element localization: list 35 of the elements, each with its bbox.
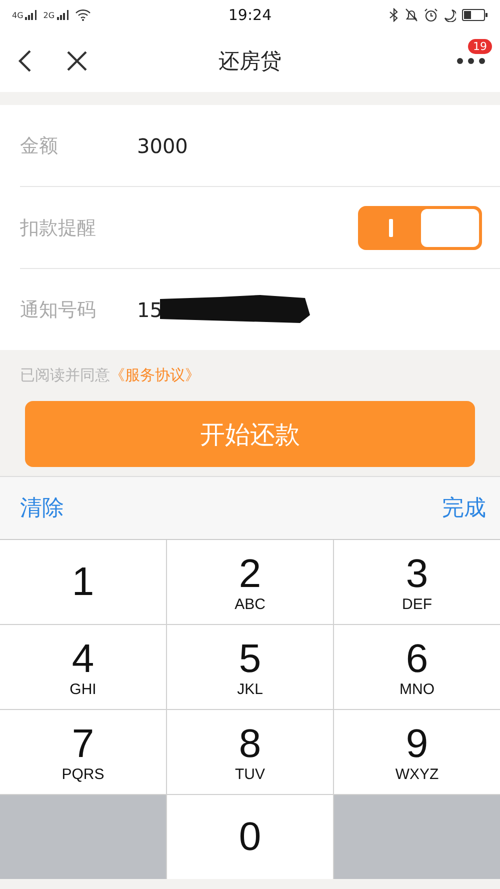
keypad-key[interactable]: 4 GHI — [0, 625, 166, 709]
phone-value[interactable]: 15 — [137, 298, 162, 322]
battery-icon — [462, 9, 488, 21]
keypad-key[interactable]: 2 ABC — [167, 540, 333, 624]
moon-icon — [444, 8, 456, 22]
network-label: 2G — [43, 10, 55, 20]
keypad-key[interactable]: 6 MNO — [334, 625, 500, 709]
on-mark-icon — [389, 218, 393, 236]
keypad-key[interactable]: 8 TUV — [167, 710, 333, 794]
agreement-text: 已阅读并同意《服务协议》 — [19, 365, 201, 386]
bell-muted-icon — [405, 8, 418, 22]
keypad-key[interactable]: 9 WXYZ — [334, 710, 500, 794]
alarm-icon — [424, 8, 438, 22]
keypad-key[interactable]: 1 — [0, 540, 166, 624]
keypad-key[interactable]: 5 JKL — [167, 625, 333, 709]
wifi-icon — [74, 9, 91, 21]
signal-icon — [56, 10, 69, 20]
field-label: 扣款提醒 — [20, 216, 97, 240]
keypad-key[interactable]: 3 DEF — [334, 540, 500, 624]
field-label: 金额 — [20, 134, 59, 158]
reminder-toggle[interactable] — [358, 206, 482, 250]
back-icon — [18, 49, 32, 73]
more-button[interactable] — [456, 57, 486, 65]
notification-badge: 19 — [468, 39, 492, 54]
signal-icon — [25, 10, 38, 20]
more-icon — [456, 57, 486, 65]
network-label: 4G — [12, 10, 24, 20]
keypad-key[interactable]: 7 PQRS — [0, 710, 166, 794]
status-time: 19:24 — [228, 6, 272, 24]
field-label: 通知号码 — [20, 298, 97, 322]
page-title: 还房贷 — [218, 48, 282, 75]
amount-value[interactable]: 3000 — [137, 134, 188, 158]
keypad-key[interactable]: 0 — [167, 795, 333, 879]
bluetooth-icon — [389, 8, 399, 22]
close-icon — [66, 50, 88, 72]
